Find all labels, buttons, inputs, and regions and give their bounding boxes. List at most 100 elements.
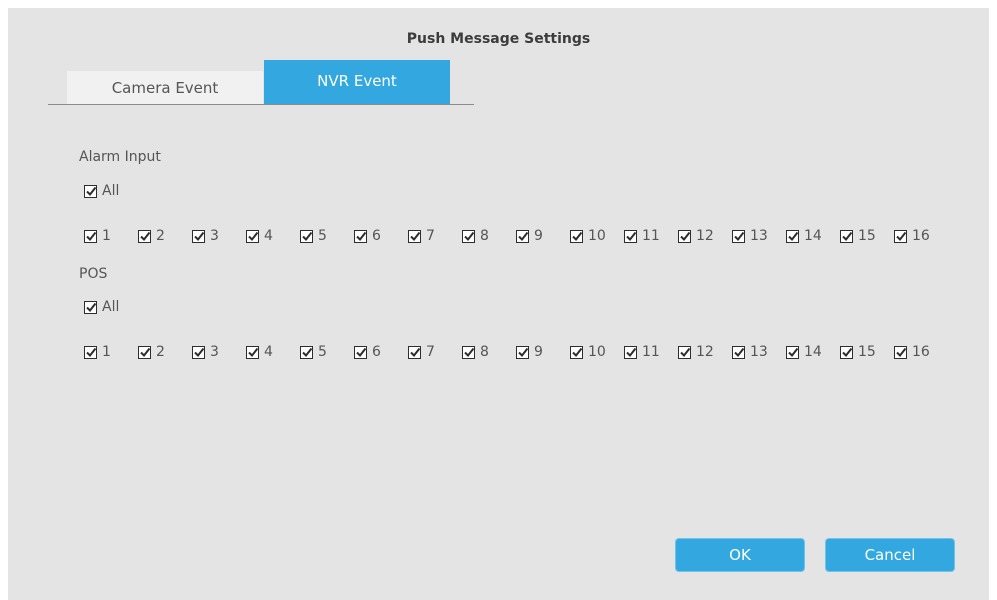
pos-channel-checkbox[interactable]: 12	[678, 342, 714, 362]
checkbox-label: 14	[804, 344, 822, 360]
pos-channel-checkbox[interactable]: 1	[84, 342, 111, 362]
pos-channel-checkbox[interactable]: 10	[570, 342, 606, 362]
checkbox-checked-icon	[246, 229, 259, 243]
checkbox-label: 8	[480, 344, 489, 360]
checkbox-checked-icon	[894, 345, 907, 359]
alarm-input-channel-checkbox[interactable]: 7	[408, 226, 435, 246]
pos-channel-checkbox[interactable]: 15	[840, 342, 876, 362]
checkbox-checked-icon	[408, 345, 421, 359]
checkbox-label: 2	[156, 228, 165, 244]
pos-channel-checkbox[interactable]: 3	[192, 342, 219, 362]
alarm-input-channel-checkbox[interactable]: 12	[678, 226, 714, 246]
checkbox-checked-icon	[786, 229, 799, 243]
checkbox-label: 9	[534, 344, 543, 360]
checkbox-checked-icon	[300, 345, 313, 359]
checkbox-checked-icon	[570, 345, 583, 359]
checkbox-checked-icon	[732, 229, 745, 243]
checkbox-label: 13	[750, 228, 768, 244]
checkbox-checked-icon	[84, 184, 97, 198]
alarm-input-label: Alarm Input	[79, 149, 161, 165]
pos-channel-checkbox[interactable]: 2	[138, 342, 165, 362]
checkbox-checked-icon	[516, 229, 529, 243]
pos-label: POS	[79, 266, 108, 282]
alarm-input-channel-checkbox[interactable]: 9	[516, 226, 543, 246]
checkbox-label: 9	[534, 228, 543, 244]
checkbox-checked-icon	[624, 229, 637, 243]
checkbox-label: 14	[804, 228, 822, 244]
pos-channel-checkbox[interactable]: 8	[462, 342, 489, 362]
alarm-input-channel-checkbox[interactable]: 8	[462, 226, 489, 246]
checkbox-checked-icon	[138, 345, 151, 359]
checkbox-label: 10	[588, 344, 606, 360]
checkbox-checked-icon	[678, 229, 691, 243]
checkbox-label: 8	[480, 228, 489, 244]
checkbox-checked-icon	[624, 345, 637, 359]
pos-channel-checkbox[interactable]: 13	[732, 342, 768, 362]
cancel-button[interactable]: Cancel	[825, 538, 955, 572]
alarm-input-channel-checkbox[interactable]: 10	[570, 226, 606, 246]
alarm-input-channel-checkbox[interactable]: 6	[354, 226, 381, 246]
checkbox-checked-icon	[786, 345, 799, 359]
checkbox-label: 5	[318, 344, 327, 360]
checkbox-checked-icon	[570, 229, 583, 243]
alarm-input-channel-checkbox[interactable]: 13	[732, 226, 768, 246]
checkbox-checked-icon	[840, 229, 853, 243]
checkbox-checked-icon	[408, 229, 421, 243]
alarm-input-channel-checkbox[interactable]: 2	[138, 226, 165, 246]
checkbox-label: 6	[372, 228, 381, 244]
pos-channel-checkbox[interactable]: 5	[300, 342, 327, 362]
pos-channel-checkbox[interactable]: 16	[894, 342, 930, 362]
checkbox-checked-icon	[678, 345, 691, 359]
checkbox-checked-icon	[894, 229, 907, 243]
checkbox-label: 10	[588, 228, 606, 244]
checkbox-checked-icon	[138, 229, 151, 243]
checkbox-label: 1	[102, 228, 111, 244]
alarm-input-channel-checkbox[interactable]: 1	[84, 226, 111, 246]
checkbox-label: 11	[642, 344, 660, 360]
alarm-input-channel-checkbox[interactable]: 16	[894, 226, 930, 246]
checkbox-label: 16	[912, 344, 930, 360]
checkbox-label: 1	[102, 344, 111, 360]
checkbox-label: 3	[210, 344, 219, 360]
checkbox-checked-icon	[84, 345, 97, 359]
alarm-input-channel-checkbox[interactable]: 11	[624, 226, 660, 246]
alarm-input-channel-checkbox[interactable]: 4	[246, 226, 273, 246]
checkbox-checked-icon	[732, 345, 745, 359]
alarm-input-channel-checkbox[interactable]: 15	[840, 226, 876, 246]
checkbox-label: 4	[264, 344, 273, 360]
push-message-settings-dialog: Push Message Settings Camera Event NVR E…	[8, 8, 989, 600]
checkbox-checked-icon	[84, 300, 97, 314]
alarm-input-channel-checkbox[interactable]: 5	[300, 226, 327, 246]
checkbox-checked-icon	[462, 229, 475, 243]
checkbox-label: 7	[426, 228, 435, 244]
checkbox-checked-icon	[354, 345, 367, 359]
pos-channel-checkbox[interactable]: 11	[624, 342, 660, 362]
checkbox-label: 12	[696, 344, 714, 360]
tabs-underline	[48, 104, 474, 105]
checkbox-label: 16	[912, 228, 930, 244]
tab-nvr-event[interactable]: NVR Event	[264, 60, 450, 104]
ok-button[interactable]: OK	[675, 538, 805, 572]
pos-all-checkbox[interactable]: All	[84, 297, 119, 317]
checkbox-checked-icon	[354, 229, 367, 243]
pos-channel-checkbox[interactable]: 6	[354, 342, 381, 362]
pos-channel-checkbox[interactable]: 9	[516, 342, 543, 362]
alarm-input-all-checkbox[interactable]: All	[84, 181, 119, 201]
checkbox-label: 4	[264, 228, 273, 244]
checkbox-label: 6	[372, 344, 381, 360]
alarm-input-channel-checkbox[interactable]: 3	[192, 226, 219, 246]
tab-camera-event[interactable]: Camera Event	[67, 71, 263, 104]
alarm-input-channel-checkbox[interactable]: 14	[786, 226, 822, 246]
checkbox-label: 12	[696, 228, 714, 244]
checkbox-label: All	[102, 299, 120, 315]
dialog-title: Push Message Settings	[406, 31, 591, 47]
pos-channel-checkbox[interactable]: 7	[408, 342, 435, 362]
pos-channel-checkbox[interactable]: 14	[786, 342, 822, 362]
checkbox-checked-icon	[516, 345, 529, 359]
checkbox-checked-icon	[246, 345, 259, 359]
checkbox-label: 11	[642, 228, 660, 244]
pos-channel-checkbox[interactable]: 4	[246, 342, 273, 362]
checkbox-label: 13	[750, 344, 768, 360]
checkbox-checked-icon	[192, 345, 205, 359]
checkbox-checked-icon	[300, 229, 313, 243]
